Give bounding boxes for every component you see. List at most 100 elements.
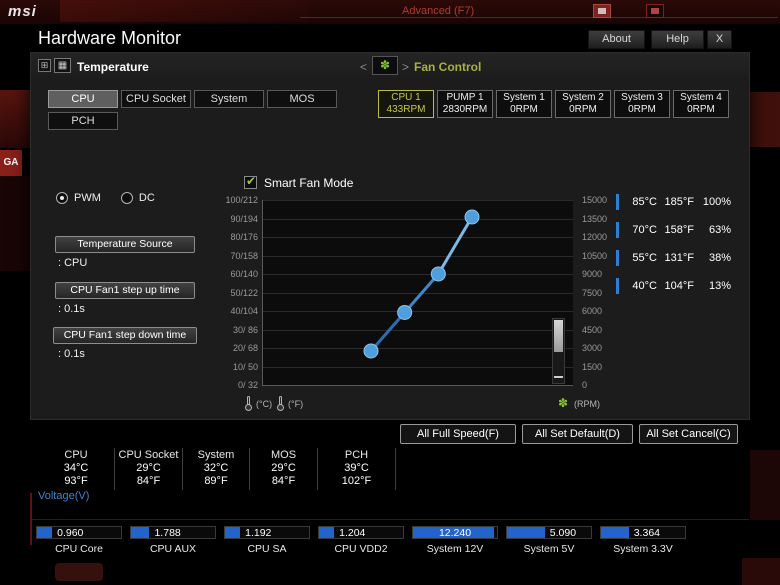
- language-icon[interactable]: [646, 4, 664, 18]
- temperature-source-button[interactable]: Temperature Source: [55, 236, 195, 253]
- window-header: Hardware Monitor About Help X: [0, 24, 780, 52]
- background-artifact: [742, 558, 780, 585]
- fan-button-cpu-1[interactable]: CPU 1 433RPM: [378, 90, 434, 118]
- fan-curve-point-0[interactable]: [363, 343, 379, 359]
- advanced-mode-label: Advanced (F7): [402, 5, 475, 17]
- fan-control-section-title: Fan Control: [414, 60, 482, 74]
- chart-left-tick: 60/140: [230, 269, 258, 279]
- fan-rpm: 0RPM: [569, 104, 597, 115]
- fahrenheit-unit-label: (°F): [288, 399, 304, 409]
- voltage-name: CPU VDD2: [334, 543, 388, 555]
- sensor-fahrenheit: 89°F: [204, 475, 228, 487]
- sensor-name: System: [197, 449, 235, 461]
- temperature-section-title: Temperature: [77, 60, 149, 74]
- chart-left-tick: 30/ 86: [232, 324, 258, 335]
- fan-curve-point-1[interactable]: [397, 304, 413, 320]
- voltage-bar-track: 3.364: [600, 526, 686, 539]
- step-up-time-button[interactable]: CPU Fan1 step up time: [55, 282, 195, 299]
- fan-mode-radio-group: PWM DC: [56, 190, 226, 206]
- fan-button-system-3[interactable]: System 3 0RPM: [614, 90, 670, 118]
- background-artifact: [0, 176, 30, 271]
- fan-button-system-4[interactable]: System 4 0RPM: [673, 90, 729, 118]
- chart-right-axis-labels: 15000 13500 12000 10500 9000 7500 6000 4500 3000…: [582, 195, 612, 391]
- fan-icon: ✽: [558, 396, 568, 410]
- background-artifact: [0, 90, 30, 148]
- fan-point-row: 55°C 131°F 38%: [616, 248, 734, 268]
- temperature-tab-mos[interactable]: MOS: [267, 90, 337, 108]
- fan-icon: ✽: [372, 56, 398, 75]
- window-title: Hardware Monitor: [38, 28, 182, 48]
- voltage-bar-fill: [319, 527, 335, 538]
- fan-point-percent: 63%: [708, 224, 731, 236]
- chart-right-tick: 0: [582, 380, 588, 390]
- window-icon: ⊞: [38, 59, 51, 72]
- fan-rpm: 0RPM: [687, 104, 715, 115]
- sensor-fahrenheit: 93°F: [64, 475, 88, 487]
- fan-point-fahrenheit: 104°F: [664, 280, 694, 292]
- fan-name: CPU 1: [391, 92, 421, 103]
- voltage-bar-track: 1.192: [224, 526, 310, 539]
- smart-fan-checkbox[interactable]: ✔: [244, 174, 257, 189]
- voltage-name: CPU Core: [55, 543, 103, 555]
- fan-point-row: 85°C 185°F 100%: [616, 192, 734, 212]
- voltage-section-label: Voltage(V): [38, 490, 90, 502]
- about-button[interactable]: About: [588, 30, 645, 49]
- fan-speed-slider[interactable]: [552, 318, 565, 384]
- screenshot-icon[interactable]: [593, 4, 611, 18]
- slider-handle[interactable]: [554, 320, 563, 352]
- chart-right-tick: 15000: [582, 195, 608, 205]
- voltage-value: 1.192: [245, 526, 272, 539]
- temperature-tab-cpu[interactable]: CPU: [48, 90, 118, 108]
- fan-point-row: 70°C 158°F 63%: [616, 220, 734, 240]
- voltage-name: CPU AUX: [149, 543, 197, 555]
- step-down-time-button[interactable]: CPU Fan1 step down time: [53, 327, 197, 344]
- temperature-reading-cpu: CPU 34°C 93°F: [38, 448, 115, 490]
- background-artifact: [750, 92, 780, 147]
- voltage-item-system-12v: 12.240 System 12V: [412, 526, 498, 555]
- fan-rpm: 0RPM: [628, 104, 656, 115]
- sensor-celsius: 34°C: [63, 462, 89, 474]
- voltage-item-cpu-aux: 1.788 CPU AUX: [130, 526, 216, 555]
- next-section-arrow[interactable]: >: [402, 60, 409, 74]
- chart-left-tick: 10/ 50: [232, 361, 258, 372]
- all-set-cancel-button[interactable]: All Set Cancel(C): [639, 424, 738, 444]
- divider: [300, 17, 778, 18]
- background-artifact: [55, 563, 103, 581]
- sensor-fahrenheit: 84°F: [136, 475, 161, 487]
- voltage-bar-fill: [601, 527, 629, 538]
- voltage-bar-fill: [37, 527, 53, 538]
- close-button[interactable]: X: [707, 30, 732, 49]
- voltage-bar-track: 0.960: [36, 526, 122, 539]
- voltage-value: 3.364: [633, 526, 660, 539]
- fan-button-system-1[interactable]: System 1 0RPM: [496, 90, 552, 118]
- bios-hardware-monitor-screen: GA msi Advanced (F7) Hardware Monitor Ab…: [0, 0, 780, 585]
- temperature-tab-system[interactable]: System: [194, 90, 264, 108]
- voltage-item-system-3-3v: 3.364 System 3.3V: [600, 526, 686, 555]
- voltage-value: 1.204: [339, 526, 366, 539]
- all-full-speed-button[interactable]: All Full Speed(F): [400, 424, 516, 444]
- fan-curve-point-3[interactable]: [464, 209, 480, 225]
- voltage-bar-track: 1.788: [130, 526, 216, 539]
- voltage-item-cpu-core: 0.960 CPU Core: [36, 526, 122, 555]
- chart-left-tick: 90/194: [230, 213, 258, 224]
- sensor-celsius: 29°C: [136, 462, 161, 474]
- fan-name: PUMP 1: [446, 92, 484, 103]
- fan-point-fahrenheit: 131°F: [664, 252, 694, 264]
- check-icon: ✔: [246, 174, 257, 188]
- temperature-tab-pch[interactable]: PCH: [48, 112, 118, 130]
- temperature-reading-pch: PCH 39°C 102°F: [318, 448, 396, 490]
- all-set-default-button[interactable]: All Set Default(D): [522, 424, 633, 444]
- fan-button-system-2[interactable]: System 2 0RPM: [555, 90, 611, 118]
- action-buttons: All Full Speed(F) All Set Default(D) All S…: [400, 424, 738, 444]
- smart-fan-label: Smart Fan Mode: [264, 176, 354, 190]
- help-button[interactable]: Help: [651, 30, 704, 49]
- prev-section-arrow[interactable]: <: [360, 60, 367, 74]
- ga-label: GA: [3, 157, 19, 168]
- temperature-tab-cpu-socket[interactable]: CPU Socket: [121, 90, 191, 108]
- dc-radio[interactable]: [120, 192, 133, 204]
- chart-right-tick: 12000: [582, 232, 608, 242]
- pwm-radio[interactable]: [56, 192, 68, 204]
- fan-point-celsius: 85°C: [632, 196, 657, 208]
- fan-curve-point-2[interactable]: [430, 266, 446, 282]
- fan-button-pump-1[interactable]: PUMP 1 2830RPM: [437, 90, 493, 118]
